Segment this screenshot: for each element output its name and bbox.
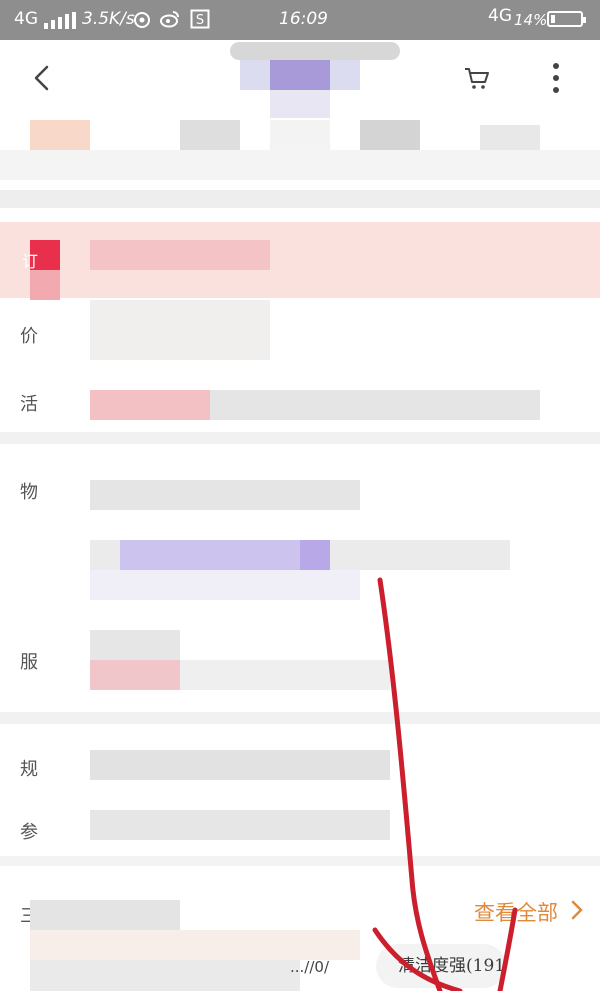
annotation-overlay (372, 577, 518, 991)
annotation-stroke (377, 577, 443, 991)
annotation-stroke-2 (372, 907, 518, 991)
